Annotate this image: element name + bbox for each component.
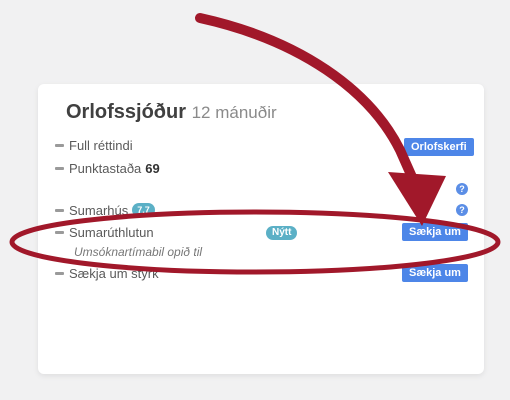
row-label: Sumarhús <box>69 202 129 218</box>
saekja-um-button[interactable]: Sækja um <box>402 223 468 241</box>
row-saekja-um-styrk: Sækja um styrk <box>55 264 159 282</box>
points-value: 69 <box>145 160 160 176</box>
application-period-note: Umsóknartímabil opið til <box>74 245 203 259</box>
row-full-rettindi: Full réttindi <box>55 136 133 154</box>
dash-icon <box>55 271 64 275</box>
dash-icon <box>55 230 64 234</box>
row-label: Full réttindi <box>69 137 133 153</box>
saekja-um-styrk-button[interactable]: Sækja um <box>402 264 468 282</box>
orlofssjodur-card: Orlofssjóður 12 mánuðir Full réttindi Or… <box>38 84 484 374</box>
dash-icon <box>55 166 64 170</box>
sumarhus-badge: 7.7 <box>132 203 155 217</box>
row-punktastada: Punktastaða 69 <box>55 159 160 177</box>
dash-icon <box>55 208 64 212</box>
help-icon[interactable]: ? <box>456 183 468 195</box>
dash-icon <box>55 143 64 147</box>
help-icon[interactable]: ? <box>456 204 468 216</box>
orlofskerfi-button[interactable]: Orlofskerfi <box>404 138 474 156</box>
row-sumaruthlutun: Sumarúthlutun <box>55 223 154 241</box>
card-subtitle: 12 mánuðir <box>191 103 277 122</box>
row-sumarhus: Sumarhús 7.7 <box>55 201 155 219</box>
new-badge: Nýtt <box>266 226 298 240</box>
card-title: Orlofssjóður 12 mánuðir <box>66 101 277 124</box>
card-title-text: Orlofssjóður <box>66 101 187 123</box>
row-label: Sumarúthlutun <box>69 224 154 240</box>
row-label: Sækja um styrk <box>69 265 159 281</box>
row-label: Punktastaða <box>69 160 142 176</box>
